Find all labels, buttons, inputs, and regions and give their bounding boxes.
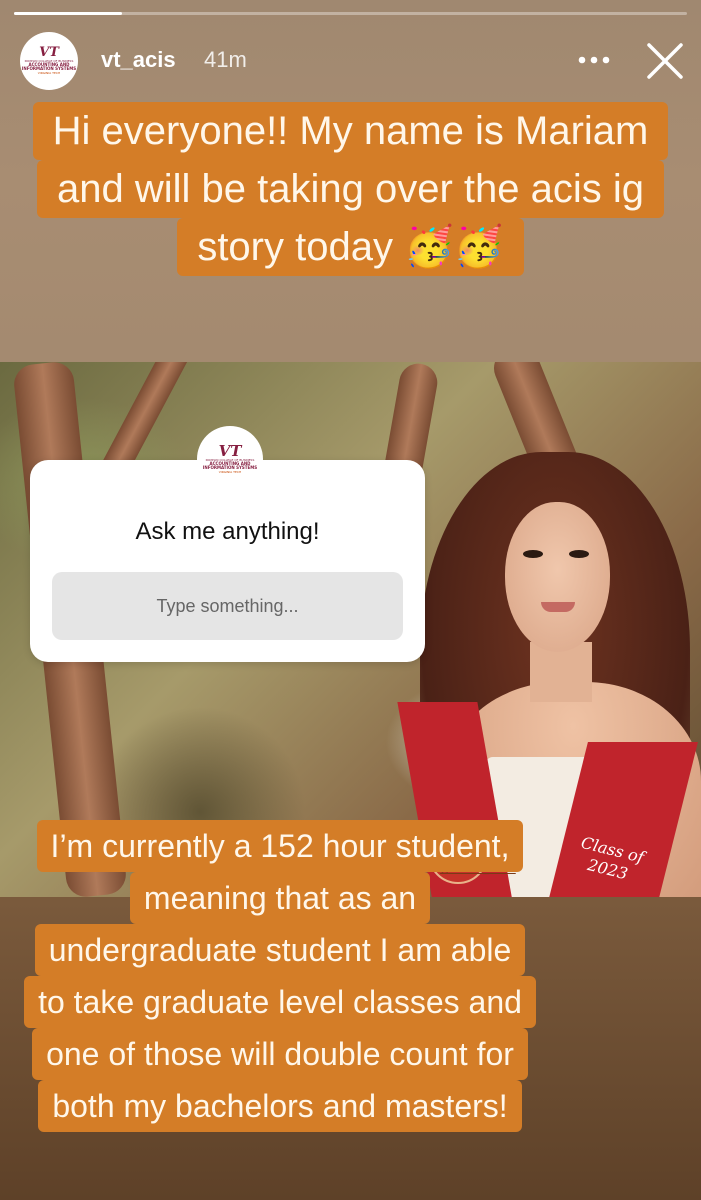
caption-top-line3: story today 🥳🥳 — [177, 218, 524, 276]
caption-bottom-line6: both my bachelors and masters! — [38, 1080, 522, 1132]
close-icon — [647, 43, 683, 79]
caption-bottom-line3: undergraduate student I am able — [34, 924, 526, 976]
caption-bottom-line2: meaning that as an — [129, 872, 431, 924]
story-progress-track — [14, 12, 687, 15]
mouth — [541, 602, 575, 612]
right-eye — [569, 550, 589, 558]
close-button[interactable] — [640, 36, 690, 86]
username[interactable]: vt_acis — [101, 47, 176, 73]
caption-bottom-line1: I’m currently a 152 hour student, — [36, 820, 524, 872]
avatar-logo-line4: VIRGINIA TECH — [37, 71, 61, 75]
caption-top: Hi everyone!! My name is Mariam and will… — [0, 102, 701, 276]
timestamp: 41m — [204, 47, 247, 72]
caption-bottom: I’m currently a 152 hour student, meanin… — [0, 820, 560, 1132]
caption-top-line2: and will be taking over the acis ig — [37, 160, 664, 218]
vt-logo: VT — [218, 442, 242, 460]
caption-bottom-line5: one of those will double count for — [32, 1028, 528, 1080]
left-eye — [523, 550, 543, 558]
vt-logo: VT — [39, 45, 59, 60]
question-answer-input[interactable] — [52, 572, 403, 640]
caption-top-line1: Hi everyone!! My name is Mariam — [32, 102, 669, 160]
sticker-logo-line4: VIRGINIA TECH — [218, 470, 242, 474]
caption-bottom-line4: to take graduate level classes and — [24, 976, 536, 1028]
story-progress-fill — [14, 12, 122, 15]
question-sticker-avatar: VT PAMPLIN COLLEGE OF BUSINESS ACCOUNTIN… — [197, 426, 263, 492]
avatar[interactable]: VT PAMPLIN COLLEGE OF BUSINESS ACCOUNTIN… — [20, 32, 78, 90]
face — [505, 502, 610, 652]
more-horizontal-icon — [578, 56, 610, 64]
more-options-button[interactable] — [570, 42, 618, 78]
question-prompt: Ask me anything! — [135, 518, 320, 545]
